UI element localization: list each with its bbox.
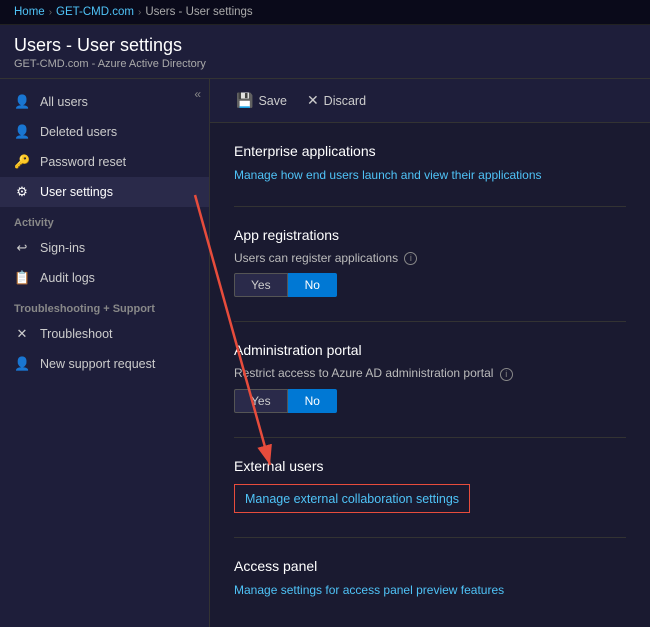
- discard-button[interactable]: ✕ Discard: [301, 89, 372, 112]
- enterprise-applications-link[interactable]: Manage how end users launch and view the…: [234, 168, 542, 182]
- sidebar-section-troubleshooting: Troubleshooting + Support: [0, 293, 209, 319]
- save-button[interactable]: 💾 Save: [230, 89, 293, 112]
- app-registrations-info-icon: i: [404, 252, 417, 265]
- access-panel-section: Access panel Manage settings for access …: [234, 558, 626, 597]
- administration-portal-info-icon: i: [500, 368, 513, 381]
- sidebar-item-user-settings[interactable]: ⚙ User settings: [0, 177, 209, 207]
- toolbar: 💾 Save ✕ Discard: [210, 79, 650, 123]
- deleted-users-icon: 👤: [14, 124, 30, 140]
- access-panel-link[interactable]: Manage settings for access panel preview…: [234, 583, 504, 597]
- new-support-request-icon: 👤: [14, 356, 30, 372]
- divider-3: [234, 437, 626, 438]
- sidebar-item-audit-logs[interactable]: 📋 Audit logs: [0, 263, 209, 293]
- content-area: 💾 Save ✕ Discard Enterprise applications…: [210, 79, 650, 627]
- administration-portal-section: Administration portal Restrict access to…: [234, 342, 626, 412]
- password-reset-icon: 🔑: [14, 154, 30, 170]
- page-title: Users - User settings: [14, 35, 636, 56]
- app-registrations-yes-btn[interactable]: Yes: [234, 273, 288, 297]
- sidebar-item-password-reset[interactable]: 🔑 Password reset: [0, 147, 209, 177]
- sidebar-item-label: Audit logs: [40, 271, 95, 285]
- app-registrations-description: Users can register applications i: [234, 251, 626, 265]
- sidebar: « 👤 All users 👤 Deleted users 🔑 Password…: [0, 79, 210, 627]
- user-settings-icon: ⚙: [14, 184, 30, 200]
- sidebar-item-label: Sign-ins: [40, 241, 85, 255]
- settings-body: Enterprise applications Manage how end u…: [210, 123, 650, 627]
- breadcrumb-sep-1: ›: [49, 7, 52, 18]
- all-users-icon: 👤: [14, 94, 30, 110]
- sidebar-item-label: New support request: [40, 357, 155, 371]
- app-registrations-title: App registrations: [234, 227, 626, 243]
- page-subtitle: GET-CMD.com - Azure Active Directory: [14, 58, 636, 70]
- sidebar-item-sign-ins[interactable]: ↩ Sign-ins: [0, 233, 209, 263]
- sign-ins-icon: ↩: [14, 240, 30, 256]
- administration-portal-no-btn[interactable]: No: [288, 389, 337, 413]
- manage-external-collaboration-link[interactable]: Manage external collaboration settings: [245, 492, 459, 506]
- app-registrations-no-btn[interactable]: No: [288, 273, 337, 297]
- sidebar-item-deleted-users[interactable]: 👤 Deleted users: [0, 117, 209, 147]
- audit-logs-icon: 📋: [14, 270, 30, 286]
- app-registrations-toggle: Yes No: [234, 273, 626, 297]
- enterprise-applications-title: Enterprise applications: [234, 143, 626, 159]
- page-header: Users - User settings GET-CMD.com - Azur…: [0, 25, 650, 79]
- external-users-section: External users Manage external collabora…: [234, 458, 626, 513]
- sidebar-item-label: User settings: [40, 185, 113, 199]
- breadcrumb-org[interactable]: GET-CMD.com: [56, 6, 134, 18]
- troubleshoot-icon: ✕: [14, 326, 30, 342]
- administration-portal-title: Administration portal: [234, 342, 626, 358]
- sidebar-item-troubleshoot[interactable]: ✕ Troubleshoot: [0, 319, 209, 349]
- app-registrations-section: App registrations Users can register app…: [234, 227, 626, 297]
- breadcrumb-current: Users - User settings: [145, 6, 252, 18]
- sidebar-item-all-users[interactable]: 👤 All users: [0, 87, 209, 117]
- breadcrumb-home[interactable]: Home: [14, 6, 45, 18]
- breadcrumb: Home › GET-CMD.com › Users - User settin…: [0, 0, 650, 25]
- external-users-title: External users: [234, 458, 626, 474]
- administration-portal-description: Restrict access to Azure AD administrati…: [234, 366, 626, 380]
- sidebar-item-label: Deleted users: [40, 125, 117, 139]
- divider-2: [234, 321, 626, 322]
- breadcrumb-sep-2: ›: [138, 7, 141, 18]
- access-panel-title: Access panel: [234, 558, 626, 574]
- divider-4: [234, 537, 626, 538]
- sidebar-section-activity: Activity: [0, 207, 209, 233]
- sidebar-item-label: Password reset: [40, 155, 126, 169]
- discard-label: Discard: [324, 94, 366, 108]
- sidebar-item-new-support-request[interactable]: 👤 New support request: [0, 349, 209, 379]
- save-icon: 💾: [236, 92, 253, 109]
- enterprise-applications-section: Enterprise applications Manage how end u…: [234, 143, 626, 182]
- sidebar-item-label: Troubleshoot: [40, 327, 113, 341]
- save-label: Save: [258, 94, 287, 108]
- sidebar-item-label: All users: [40, 95, 88, 109]
- sidebar-collapse-button[interactable]: «: [194, 87, 201, 101]
- administration-portal-toggle: Yes No: [234, 389, 626, 413]
- administration-portal-yes-btn[interactable]: Yes: [234, 389, 288, 413]
- external-users-highlight-box: Manage external collaboration settings: [234, 484, 470, 513]
- discard-icon: ✕: [307, 92, 319, 109]
- divider-1: [234, 206, 626, 207]
- main-layout: « 👤 All users 👤 Deleted users 🔑 Password…: [0, 79, 650, 627]
